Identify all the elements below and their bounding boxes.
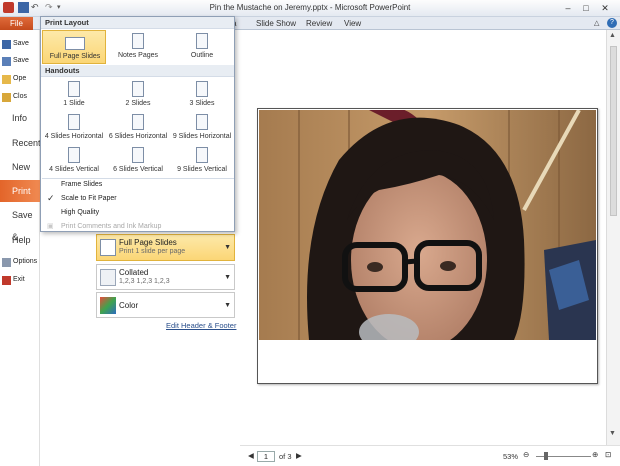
nav-save[interactable]: Save: [2, 38, 29, 50]
option-high-quality[interactable]: High Quality: [42, 206, 234, 219]
layout-notes-pages[interactable]: Notes Pages: [106, 30, 170, 64]
print-layout-select[interactable]: Full Page Slides Print 1 slide per page …: [96, 234, 235, 261]
full-page-slide-icon: [100, 239, 116, 256]
nav-new[interactable]: New: [0, 156, 40, 178]
nav-exit[interactable]: Exit: [2, 274, 25, 286]
help-icon[interactable]: ?: [607, 18, 617, 28]
scroll-up-icon[interactable]: ▲: [609, 32, 616, 39]
handout-4-slides-vertical[interactable]: 4 Slides Vertical: [42, 144, 106, 178]
collation-title: Collated: [119, 268, 149, 277]
save-as-icon: [2, 56, 11, 66]
tab-slide-show[interactable]: Slide Show: [256, 17, 296, 30]
notes-pages-icon: [132, 33, 144, 49]
nav-recent[interactable]: Recent: [0, 132, 41, 154]
handout-6-horizontal-icon: [132, 114, 144, 130]
option-scale-to-fit[interactable]: ✓ Scale to Fit Paper: [42, 192, 234, 205]
checkmark-icon: ✓: [47, 193, 55, 203]
minimize-icon[interactable]: –: [561, 2, 575, 14]
slide-photo: [259, 110, 596, 340]
handout-6-vertical-icon: [132, 147, 144, 163]
nav-help[interactable]: Help: [0, 229, 40, 251]
zoom-level: 53%: [503, 452, 519, 461]
collation-subtitle: 1,2,3 1,2,3 1,2,3: [119, 278, 170, 285]
option-print-comments: ▣ Print Comments and Ink Markup: [42, 220, 234, 233]
title-bar: ↶ ↷ ▾ Pin the Mustache on Jeremy.pptx - …: [0, 0, 620, 17]
chevron-down-icon: ▼: [224, 244, 231, 251]
layout-outline[interactable]: Outline: [170, 30, 234, 64]
handout-9-slides-horizontal[interactable]: 9 Slides Horizontal: [170, 111, 234, 145]
page-number-input[interactable]: 1: [257, 451, 275, 462]
close-icon[interactable]: ✕: [598, 2, 612, 14]
scroll-thumb[interactable]: [610, 46, 617, 216]
nav-info[interactable]: Info: [0, 107, 40, 129]
options-icon: [2, 257, 11, 267]
full-page-slide-icon: [65, 37, 85, 50]
handout-3-slides[interactable]: 3 Slides: [170, 78, 234, 112]
minimize-ribbon-icon[interactable]: △: [594, 17, 599, 30]
chevron-down-icon: ▼: [224, 274, 231, 281]
tab-view[interactable]: View: [344, 17, 361, 30]
collated-pages-icon: [100, 269, 116, 286]
zoom-out-icon[interactable]: ⊖: [523, 450, 529, 459]
nav-print[interactable]: Print: [0, 180, 40, 202]
collation-select[interactable]: Collated 1,2,3 1,2,3 1,2,3 ▼: [96, 264, 235, 290]
handout-4-horizontal-icon: [68, 114, 80, 130]
layout-full-page-slides[interactable]: Full Page Slides: [42, 30, 106, 64]
exit-icon: [2, 275, 11, 285]
handouts-header: Handouts: [41, 65, 234, 77]
comments-icon: ▣: [47, 223, 54, 230]
handout-6-slides-horizontal[interactable]: 6 Slides Horizontal: [106, 111, 170, 145]
print-layout-dropdown: Print Layout Full Page Slides Notes Page…: [40, 16, 235, 232]
close-file-icon: [2, 92, 11, 102]
handout-2-slides[interactable]: 2 Slides: [106, 78, 170, 112]
color-title: Color: [119, 301, 139, 310]
print-layout-subtitle: Print 1 slide per page: [119, 248, 186, 255]
handout-9-horizontal-icon: [196, 114, 208, 130]
status-bar: ◀ 1 of 3 ▶ 53% ⊖ ⊕ ⊡: [240, 445, 620, 466]
zoom-in-icon[interactable]: ⊕: [592, 450, 598, 459]
handout-1-slide[interactable]: 1 Slide: [42, 78, 106, 112]
chevron-down-icon: ▼: [224, 302, 231, 309]
scroll-down-icon[interactable]: ▼: [609, 430, 616, 437]
color-icon: [100, 297, 116, 314]
zoom-slider-thumb[interactable]: [544, 452, 548, 460]
handout-9-vertical-icon: [196, 147, 208, 163]
folder-icon: [2, 74, 11, 84]
save-icon: [2, 39, 11, 49]
slide-preview: [257, 108, 598, 384]
handout-4-vertical-icon: [68, 147, 80, 163]
nav-open[interactable]: Ope: [2, 73, 26, 85]
handout-6-slides-vertical[interactable]: 6 Slides Vertical: [106, 144, 170, 178]
nav-save-send[interactable]: Save &: [0, 204, 40, 242]
fit-page-icon[interactable]: ⊡: [605, 450, 611, 459]
prev-page-icon[interactable]: ◀: [248, 451, 254, 460]
handout-1-slide-icon: [68, 81, 80, 97]
window-title: Pin the Mustache on Jeremy.pptx - Micros…: [209, 3, 411, 12]
page-total: of 3: [279, 452, 292, 461]
print-layout-header: Print Layout: [41, 17, 234, 29]
nav-save-as[interactable]: Save: [2, 55, 29, 67]
outline-icon: [196, 33, 208, 49]
nav-close[interactable]: Clos: [2, 91, 27, 103]
tab-review[interactable]: Review: [306, 17, 332, 30]
print-layout-title: Full Page Slides: [119, 238, 177, 247]
handout-9-slides-vertical[interactable]: 9 Slides Vertical: [170, 144, 234, 178]
backstage-nav: Save Save Ope Clos Info Recent New Print…: [0, 30, 41, 466]
next-page-icon[interactable]: ▶: [296, 451, 302, 460]
color-select[interactable]: Color ▼: [96, 292, 235, 318]
edit-header-footer-link[interactable]: Edit Header & Footer: [166, 321, 236, 330]
nav-options[interactable]: Options: [2, 256, 37, 268]
handout-4-slides-horizontal[interactable]: 4 Slides Horizontal: [42, 111, 106, 145]
handout-2-slides-icon: [132, 81, 144, 97]
option-frame-slides[interactable]: Frame Slides: [42, 178, 234, 191]
maximize-icon[interactable]: □: [579, 2, 593, 14]
vertical-scrollbar[interactable]: ▲ ▼: [606, 30, 620, 445]
tab-file[interactable]: File: [0, 17, 33, 30]
handout-3-slides-icon: [196, 81, 208, 97]
